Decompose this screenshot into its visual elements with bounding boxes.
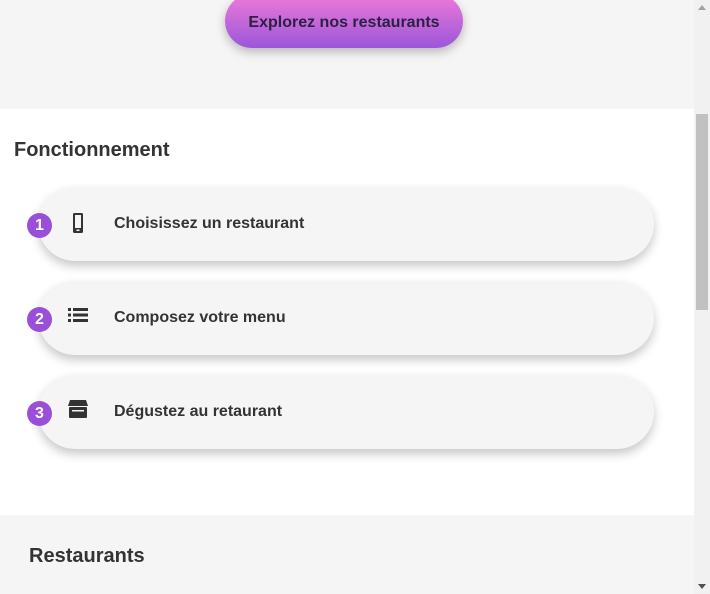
vertical-scrollbar[interactable] [694,0,710,594]
step-label: Dégustez au retaurant [114,403,283,420]
step-number-badge: 2 [27,307,52,332]
restaurants-section: Restaurants [0,515,694,594]
step-card: Composez votre menu [38,281,654,355]
list-icon [66,303,90,327]
how-it-works-section: Fonctionnement 1 Choisissez un restauran… [0,109,694,515]
scroll-down-icon[interactable] [698,584,706,589]
step-number-badge: 3 [27,401,52,426]
smartphone-icon [66,211,90,235]
step-number-badge: 1 [27,213,52,238]
step-label: Composez votre menu [114,309,286,326]
scroll-up-icon[interactable] [698,5,706,10]
scrollbar-thumb[interactable] [696,114,708,310]
section-title: Fonctionnement [14,139,170,161]
page: Explorez nos restaurants Fonctionnement … [0,0,694,594]
step-card: Choisissez un restaurant [38,187,654,261]
restaurants-title: Restaurants [29,545,145,567]
hero-section: Explorez nos restaurants [0,0,694,109]
store-icon [66,397,90,421]
explore-restaurants-button[interactable]: Explorez nos restaurants [225,0,463,48]
step-card: Dégustez au retaurant [38,375,654,449]
step-label: Choisissez un restaurant [114,215,305,232]
